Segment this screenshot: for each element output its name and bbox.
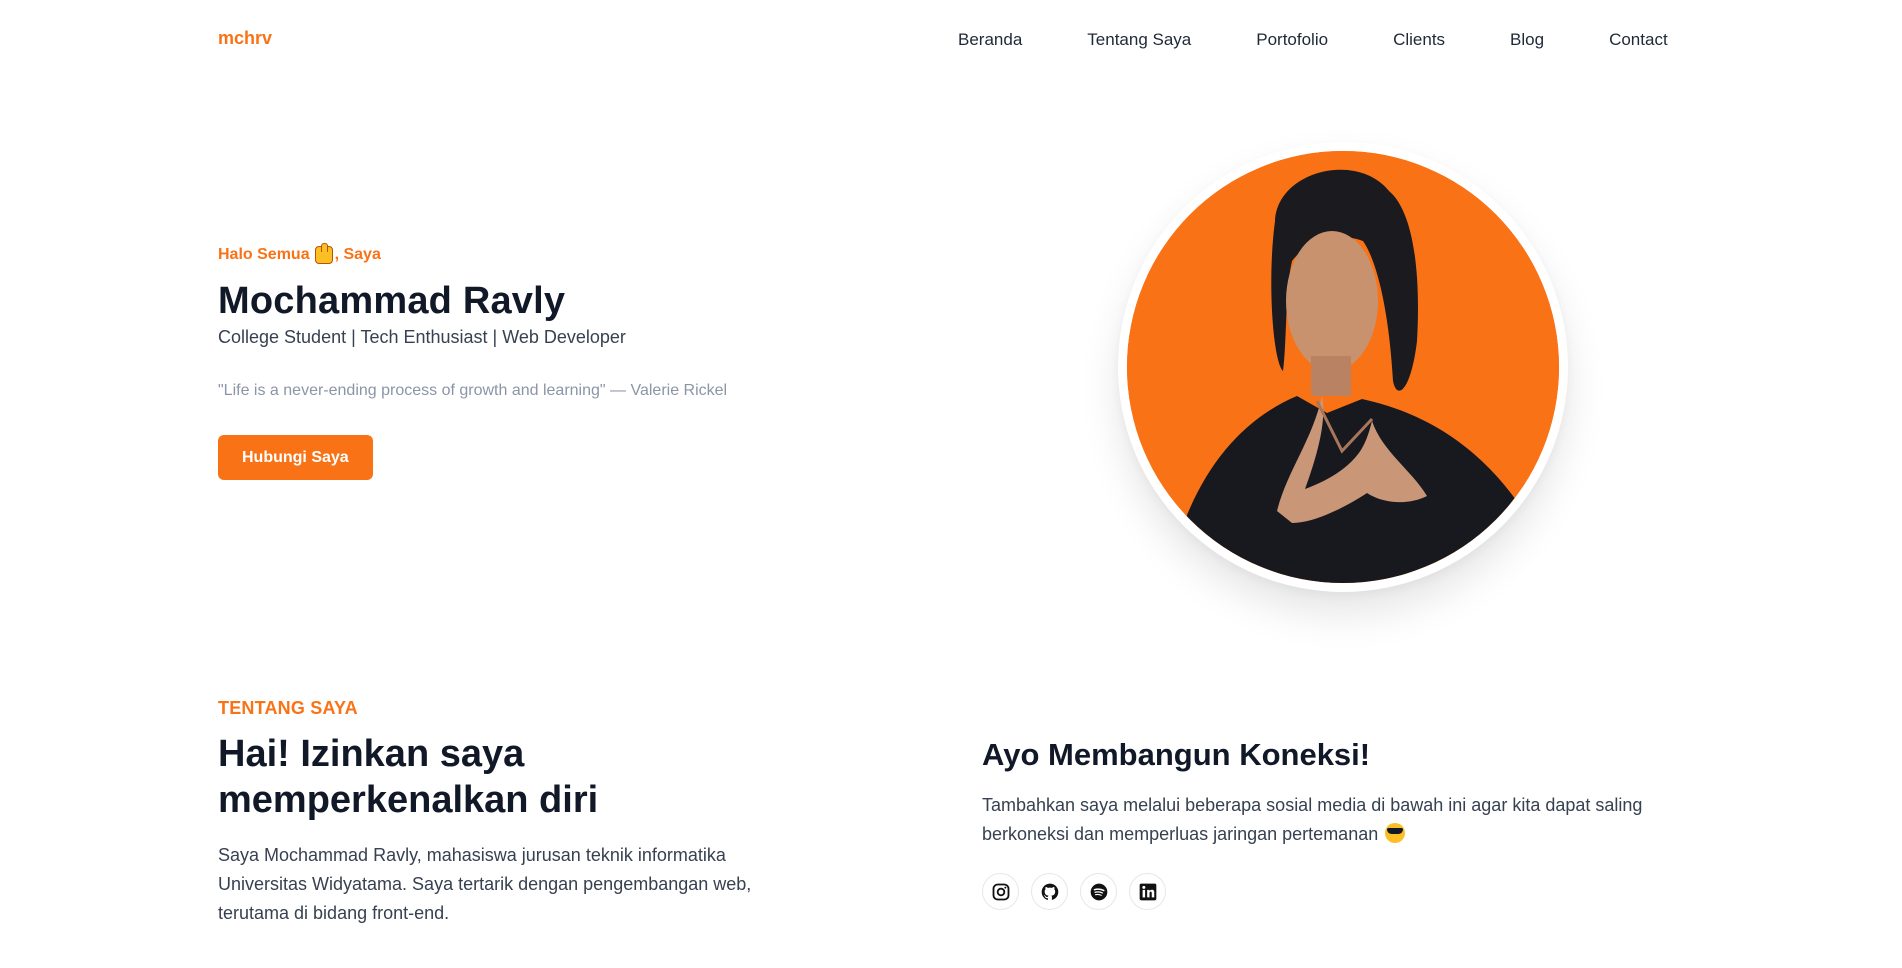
about-heading-line1: Hai! Izinkan saya <box>218 733 525 775</box>
about-heading: Hai! Izinkan saya memperkenalkan diri <box>218 731 838 823</box>
instagram-link[interactable] <box>982 873 1019 910</box>
nav-clients[interactable]: Clients <box>1393 30 1445 50</box>
about-heading-line2: memperkenalkan diri <box>218 779 599 821</box>
profile-portrait-icon <box>1127 151 1559 583</box>
about-section: TENTANG SAYA Hai! Izinkan saya memperken… <box>218 698 838 928</box>
nav-tentang-saya[interactable]: Tentang Saya <box>1087 30 1191 50</box>
main-nav: Beranda Tentang Saya Portofolio Clients … <box>958 30 1668 50</box>
nav-beranda[interactable]: Beranda <box>958 30 1022 50</box>
hero-name: Mochammad Ravly <box>218 280 566 322</box>
nav-blog[interactable]: Blog <box>1510 30 1544 50</box>
profile-photo <box>1127 151 1559 583</box>
contact-me-button[interactable]: Hubungi Saya <box>218 435 373 480</box>
social-links <box>982 873 1722 910</box>
hero-quote: "Life is a never-ending process of growt… <box>218 382 728 399</box>
linkedin-link[interactable] <box>1129 873 1166 910</box>
sunglasses-emoji-icon <box>1385 823 1406 843</box>
linkedin-icon <box>1139 883 1156 900</box>
spotify-link[interactable] <box>1080 873 1117 910</box>
connect-text: Tambahkan saya melalui beberapa sosial m… <box>982 791 1722 849</box>
github-link[interactable] <box>1031 873 1068 910</box>
greeting-suffix: , Saya <box>334 246 381 263</box>
hero-roles: College Student | Tech Enthusiast | Web … <box>218 327 626 347</box>
spotify-icon <box>1090 883 1107 900</box>
navbar: mchrv Beranda Tentang Saya Portofolio Cl… <box>0 0 1902 78</box>
nav-portofolio[interactable]: Portofolio <box>1256 30 1328 50</box>
hero-greeting: Halo Semua , Saya <box>218 243 838 265</box>
thumbs-up-icon <box>314 243 333 264</box>
hero-section: Halo Semua , Saya Mochammad Ravly Colleg… <box>218 243 838 480</box>
greeting-text: Halo Semua <box>218 246 310 263</box>
instagram-icon <box>992 883 1009 900</box>
about-label: TENTANG SAYA <box>218 698 358 718</box>
connect-text-body: Tambahkan saya melalui beberapa sosial m… <box>982 795 1643 844</box>
connect-section: Ayo Membangun Koneksi! Tambahkan saya me… <box>982 736 1722 910</box>
about-text: Saya Mochammad Ravly, mahasiswa jurusan … <box>218 845 752 923</box>
connect-heading: Ayo Membangun Koneksi! <box>982 737 1371 772</box>
github-icon <box>1041 883 1058 900</box>
profile-photo-frame <box>1118 142 1568 592</box>
site-logo[interactable]: mchrv <box>218 28 272 49</box>
nav-contact[interactable]: Contact <box>1609 30 1668 50</box>
